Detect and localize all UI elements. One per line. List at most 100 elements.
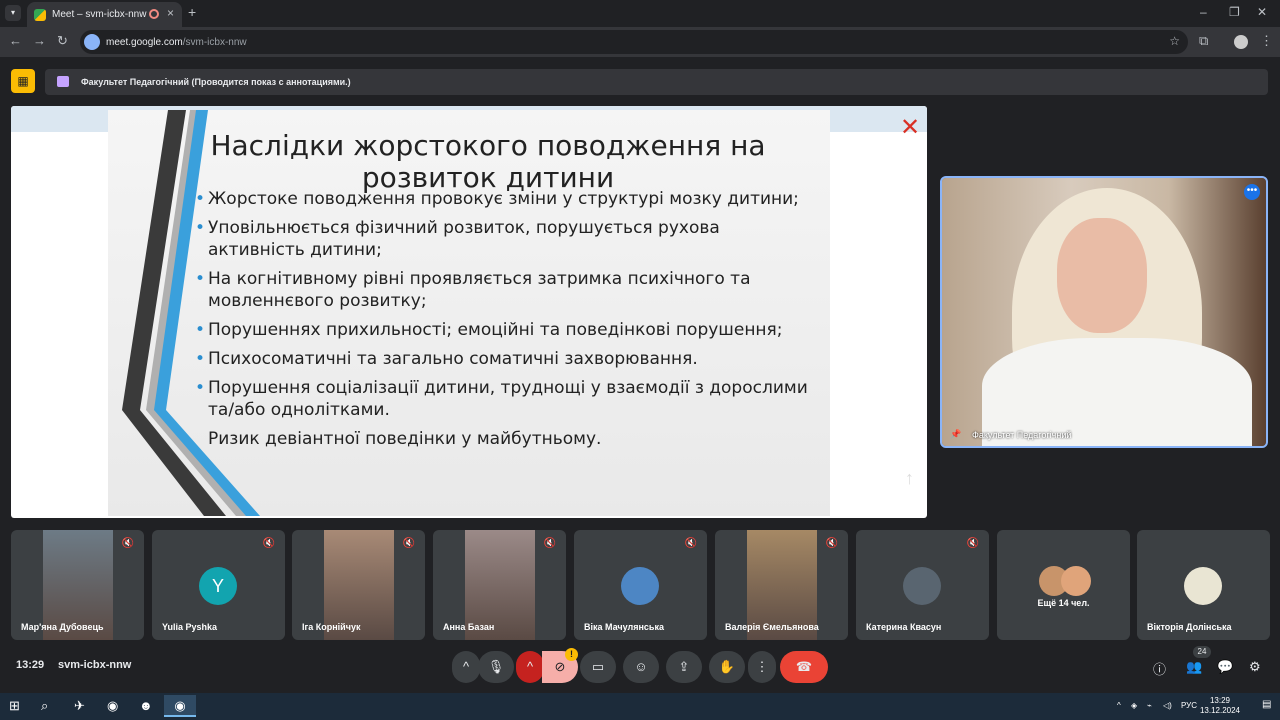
activities-icon[interactable]: ⚙	[1249, 659, 1261, 675]
participant-tile[interactable]: 🔇 Валерія Ємельянова	[715, 530, 848, 640]
taskbar-clock[interactable]: 13:29 13.12.2024	[1200, 696, 1240, 716]
slide-bullet: • Психосоматичні та загально соматичні за…	[195, 349, 698, 369]
volume-icon[interactable]: ◁)	[1163, 701, 1172, 710]
close-annotation-icon[interactable]: ✕	[900, 116, 920, 140]
captions-button[interactable]: ▭	[580, 651, 616, 683]
minimize-icon[interactable]: –	[1200, 5, 1207, 19]
mic-options-button[interactable]: ^	[452, 651, 480, 683]
forward-icon[interactable]: →	[33, 33, 46, 48]
warning-badge: !	[565, 648, 578, 661]
shared-screen: Наслідки жорстокого поводження на розвит…	[11, 106, 927, 518]
mic-muted-icon: 🔇	[402, 538, 415, 549]
bookmark-star-icon[interactable]: ☆	[1169, 34, 1180, 48]
pin-icon[interactable]: 📌	[950, 429, 961, 440]
scroll-up-icon[interactable]: ↑	[905, 468, 914, 489]
participant-name: Валерія Ємельянова	[725, 622, 819, 632]
network-icon[interactable]: ⌁	[1147, 701, 1152, 710]
telegram-icon[interactable]: ✈	[74, 698, 85, 714]
windows-start-icon[interactable]: ⊞	[9, 698, 20, 714]
tray-expand-icon[interactable]: ^	[1117, 701, 1121, 710]
present-screen-button[interactable]: ⇪	[666, 651, 702, 683]
mic-muted-icon: 🔇	[684, 538, 697, 549]
slide-title: Наслідки жорстокого поводження на розвит…	[210, 129, 766, 194]
windows-taskbar: ⊞ ⌕ ✈ ◉ ☻ ◉ ^ ◈ ⌁ ◁) РУС 13:29 13.12.202…	[0, 693, 1280, 720]
more-options-button[interactable]: ⋮	[748, 651, 776, 683]
participant-tile[interactable]: 🔇 Іга Корнійчук	[292, 530, 425, 640]
banner-text: Факультет Педагогічний (Проводится показ…	[81, 77, 351, 87]
address-bar[interactable]: meet.google.com /svm-icbx-nnw ☆	[80, 30, 1188, 54]
maximize-icon[interactable]: ❐	[1229, 5, 1240, 19]
meeting-info-icon[interactable]: ⓘ	[1153, 659, 1166, 678]
participant-avatar	[1184, 567, 1222, 605]
profile-avatar[interactable]	[1234, 35, 1248, 49]
browser-tab[interactable]: Meet – svm-icbx-nnw ×	[27, 2, 182, 27]
close-window-icon[interactable]: ✕	[1257, 5, 1267, 19]
annotation-toggle-icon[interactable]: ▦	[11, 69, 35, 93]
participant-name: Іга Корнійчук	[302, 622, 361, 632]
participant-tile[interactable]: Ещё 14 чел.	[997, 530, 1130, 640]
notifications-icon[interactable]: ▤	[1262, 699, 1271, 710]
slide-bullet: • Жорстоке поводження провокує зміни у ст…	[195, 189, 799, 209]
participant-tile[interactable]: 🔇 Віка Мачулянська	[574, 530, 707, 640]
participant-name: Анна Базан	[443, 622, 495, 632]
speaker-name: Факультет Педагогічний	[972, 430, 1072, 440]
tab-search-icon[interactable]: ▾	[5, 5, 21, 21]
taskbar-search-icon[interactable]: ⌕	[41, 698, 48, 714]
participant-name: Мар'яна Дубовець	[21, 622, 104, 632]
participant-name: Yulia Pyshka	[162, 622, 218, 632]
participant-tile[interactable]: Вікторія Долінська	[1137, 530, 1270, 640]
tray-app-icon[interactable]: ◈	[1131, 701, 1137, 710]
extensions-icon[interactable]: ⧉	[1199, 33, 1208, 49]
slide-bullet: •Ризик девіантної поведінки у майбутньом…	[208, 429, 602, 449]
slide-bullet: • Порушення соціалізації дитини, труднощі…	[195, 378, 808, 420]
participant-name: Віка Мачулянська	[584, 622, 664, 632]
participant-avatar	[621, 567, 659, 605]
participant-avatar	[903, 567, 941, 605]
chrome-icon[interactable]: ◉	[107, 698, 118, 714]
participant-tile[interactable]: 🔇 Катерина Квасун	[856, 530, 989, 640]
slide-bullet: • Уповільнюється фізичний розвиток, поруш…	[195, 218, 720, 260]
keyboard-language[interactable]: РУС	[1181, 701, 1197, 710]
clock-time: 13:29	[1209, 696, 1230, 705]
meeting-controls-bar: 13:29 svm-icbx-nnw ^ 🎙 ^ ⊘ ! ▭ ☺ ⇪ ✋ ⋮ ☎…	[0, 645, 1280, 693]
participant-avatar	[1061, 566, 1091, 596]
clock-date: 13.12.2024	[1199, 706, 1240, 715]
speaker-tile[interactable]: ••• 📌 Факультет Педагогічний	[940, 176, 1268, 448]
participant-count-badge: 24	[1193, 646, 1211, 658]
browser-toolbar: ← → ↻ meet.google.com /svm-icbx-nnw ☆ ⧉ …	[0, 27, 1280, 57]
participant-name: Ещё 14 чел.	[1037, 598, 1090, 608]
leave-call-button[interactable]: ☎	[780, 651, 828, 683]
speaker-face	[1057, 218, 1147, 333]
mic-muted-icon: 🔇	[121, 538, 134, 549]
microphone-button[interactable]: 🎙	[478, 651, 514, 683]
url-host: meet.google.com	[106, 36, 183, 48]
presentation-icon	[57, 76, 69, 87]
menu-icon[interactable]: ⋮	[1260, 33, 1273, 49]
chrome-active-icon[interactable]: ◉	[164, 695, 196, 717]
close-tab-icon[interactable]: ×	[167, 6, 174, 20]
meeting-time: 13:29	[16, 659, 45, 671]
back-icon[interactable]: ←	[9, 33, 22, 48]
mic-muted-icon: 🔇	[825, 538, 838, 549]
presentation-banner: Факультет Педагогічний (Проводится показ…	[45, 69, 1268, 95]
slide-bullet: • Порушеннях прихильності; емоційні та по…	[195, 320, 783, 340]
site-info-icon[interactable]	[84, 34, 100, 50]
url-path: /svm-icbx-nnw	[182, 36, 247, 48]
browser-tab-bar: ▾ Meet – svm-icbx-nnw × + – ❐ ✕	[0, 0, 1280, 27]
recording-icon	[149, 9, 159, 19]
new-tab-button[interactable]: +	[188, 4, 196, 20]
chat-icon[interactable]: 💬	[1217, 659, 1233, 675]
emoji-button[interactable]: ☺	[623, 651, 659, 683]
participant-tile[interactable]: 🔇 Мар'яна Дубовець	[11, 530, 144, 640]
people-icon[interactable]: 👥	[1186, 659, 1202, 675]
camera-options-button[interactable]: ^	[516, 651, 544, 683]
raise-hand-button[interactable]: ✋	[709, 651, 745, 683]
participant-tile[interactable]: Y 🔇 Yulia Pyshka	[152, 530, 285, 640]
participant-tile[interactable]: 🔇 Анна Базан	[433, 530, 566, 640]
presentation-slide: Наслідки жорстокого поводження на розвит…	[108, 110, 830, 516]
reload-icon[interactable]: ↻	[57, 33, 68, 49]
participant-name: Катерина Квасун	[866, 622, 942, 632]
slide-bullet: • На когнітивному рівні проявляється затр…	[195, 269, 751, 311]
more-options-icon[interactable]: •••	[1244, 184, 1260, 200]
discord-icon[interactable]: ☻	[139, 698, 153, 713]
